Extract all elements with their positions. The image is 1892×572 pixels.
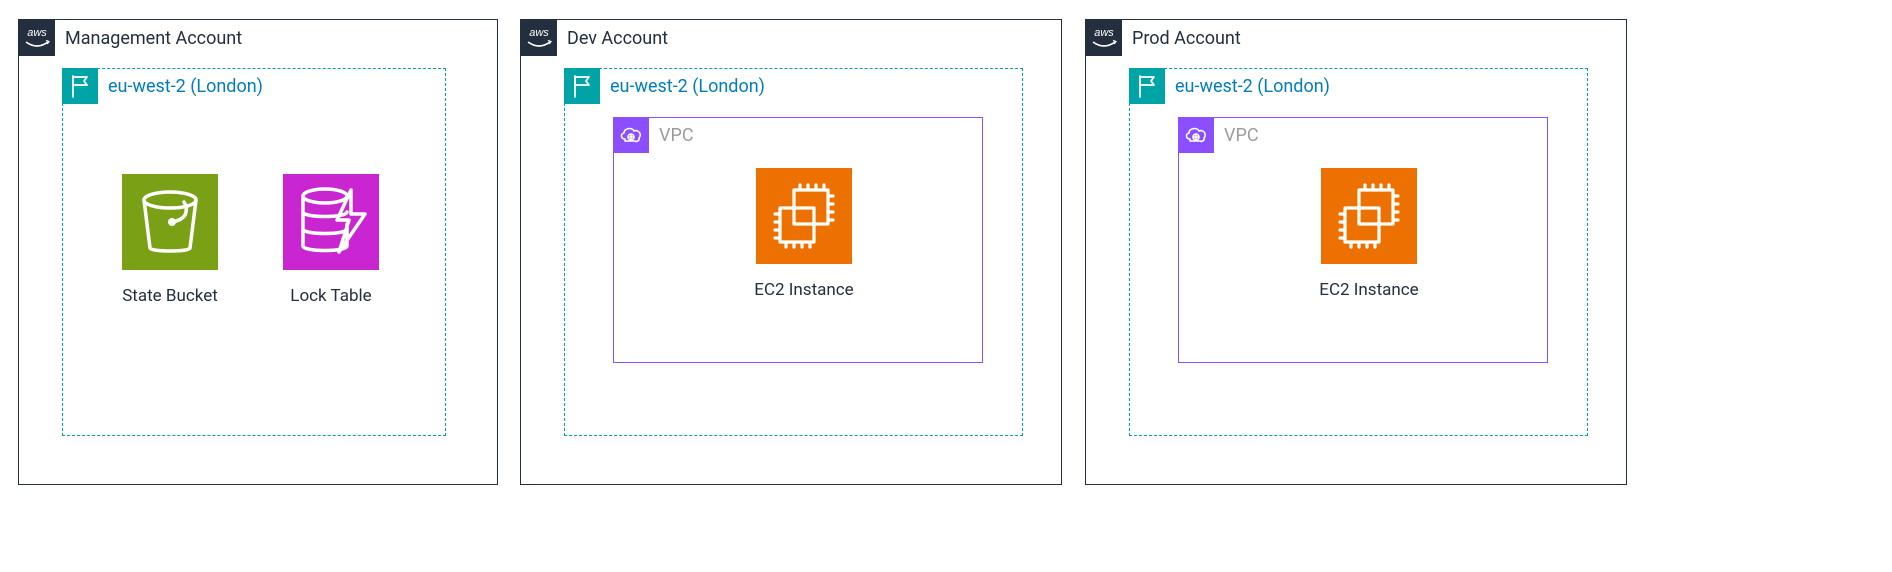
resource-label: Lock Table [271, 286, 391, 306]
region-flag-icon [564, 68, 600, 104]
region-title: eu-west-2 (London) [108, 76, 263, 97]
aws-cloud-icon [19, 20, 55, 56]
account-box-dev: Dev Account eu-west-2 (London) VPC [520, 19, 1062, 485]
region-header: eu-west-2 (London) [1129, 68, 1330, 104]
region-flag-icon [1129, 68, 1165, 104]
ec2-instance-icon [1321, 168, 1417, 264]
resource-ec2-instance: EC2 Instance [744, 168, 864, 300]
vpc-icon [613, 117, 649, 153]
region-box: eu-west-2 (London) VPC EC2 Instance [1129, 68, 1588, 436]
vpc-icon [1178, 117, 1214, 153]
account-title: Dev Account [567, 28, 668, 49]
region-header: eu-west-2 (London) [564, 68, 765, 104]
account-title: Management Account [65, 28, 242, 49]
architecture-diagram: Management Account eu-west-2 (London) St… [0, 0, 1892, 572]
resource-label: EC2 Instance [744, 280, 864, 300]
vpc-title: VPC [1224, 125, 1259, 146]
account-box-management: Management Account eu-west-2 (London) St… [18, 19, 498, 485]
account-header: Prod Account [1086, 20, 1241, 56]
s3-bucket-icon [122, 174, 218, 270]
vpc-header: VPC [613, 117, 694, 153]
aws-cloud-icon [1086, 20, 1122, 56]
dynamodb-icon [283, 174, 379, 270]
vpc-header: VPC [1178, 117, 1259, 153]
account-header: Management Account [19, 20, 242, 56]
resource-label: EC2 Instance [1309, 280, 1429, 300]
resource-ec2-instance: EC2 Instance [1309, 168, 1429, 300]
region-box: eu-west-2 (London) State Bucket Lock Tab… [62, 68, 446, 436]
account-box-prod: Prod Account eu-west-2 (London) VPC [1085, 19, 1627, 485]
vpc-box: VPC EC2 Instance [613, 117, 983, 363]
aws-cloud-icon [521, 20, 557, 56]
region-box: eu-west-2 (London) VPC EC2 Instance [564, 68, 1023, 436]
vpc-box: VPC EC2 Instance [1178, 117, 1548, 363]
resource-label: State Bucket [110, 286, 230, 306]
account-title: Prod Account [1132, 28, 1241, 49]
account-header: Dev Account [521, 20, 668, 56]
resource-s3-bucket: State Bucket [110, 174, 230, 306]
region-title: eu-west-2 (London) [610, 76, 765, 97]
vpc-title: VPC [659, 125, 694, 146]
region-flag-icon [62, 68, 98, 104]
region-title: eu-west-2 (London) [1175, 76, 1330, 97]
ec2-instance-icon [756, 168, 852, 264]
region-header: eu-west-2 (London) [62, 68, 263, 104]
resource-dynamodb-table: Lock Table [271, 174, 391, 306]
